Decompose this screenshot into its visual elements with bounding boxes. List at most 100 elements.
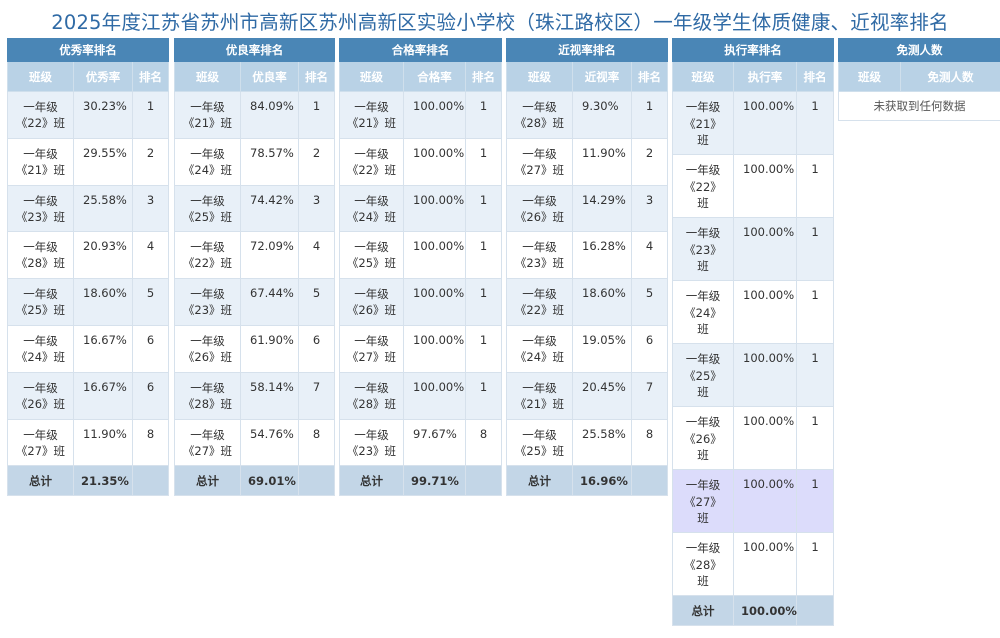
table-row: 一年级 《23》班 16.28% 4: [506, 231, 668, 280]
table-row: 一年级 《22》班 100.00% 1: [339, 137, 502, 186]
rate-cell: 100.00%: [403, 371, 466, 420]
class-cell: 一年级 《21》班: [672, 91, 734, 155]
total-label: 总计: [339, 465, 404, 497]
rank-cell: 8: [465, 418, 502, 467]
column-header-rate: 优秀率: [73, 61, 133, 92]
rank-cell: 1: [796, 532, 834, 596]
rate-cell: 100.00%: [733, 217, 797, 281]
rank-cell: 1: [465, 278, 502, 326]
class-cell: 一年级 《23》班: [174, 278, 241, 326]
table-row: 一年级 《21》班 100.00% 1: [672, 91, 834, 155]
excellent-rate-table: 优秀率排名 班级 优秀率 排名 一年级 《22》班 30.23% 1 一年级 《21…: [7, 38, 169, 497]
class-cell: 一年级 《25》班: [506, 418, 573, 467]
table-row: 一年级 《22》班 18.60% 5: [506, 278, 668, 326]
rank-cell: 6: [132, 324, 169, 373]
table-row: 一年级 《24》班 100.00% 1: [339, 184, 502, 233]
page-title: 2025年度江苏省苏州市高新区苏州高新区实验小学校（珠江路校区）一年级学生体质健…: [51, 11, 949, 34]
rate-cell: 61.90%: [240, 324, 299, 373]
rank-cell: 6: [132, 371, 169, 420]
rank-cell: 8: [132, 418, 169, 467]
column-header-rank: 排名: [796, 61, 834, 92]
table-title: 优良率排名: [174, 38, 335, 62]
table-row: 一年级 《28》班 9.30% 1: [506, 91, 668, 139]
myopia-rate-table: 近视率排名 班级 近视率 排名 一年级 《28》班 9.30% 1 一年级 《27》…: [506, 38, 668, 497]
class-cell: 一年级 《23》班: [672, 217, 734, 281]
total-label: 总计: [174, 465, 241, 497]
class-cell: 一年级 《24》班: [506, 324, 573, 373]
column-header-rank: 排名: [631, 61, 668, 92]
rank-cell: 6: [631, 324, 668, 373]
class-cell: 一年级 《22》班: [339, 137, 404, 186]
rank-cell: 8: [298, 418, 335, 467]
class-cell: 一年级 《28》班: [174, 371, 241, 420]
total-value: 21.35%: [73, 465, 133, 497]
table-row: 一年级 《25》班 74.42% 3: [174, 184, 335, 233]
class-cell: 一年级 《22》班: [7, 91, 74, 139]
rate-cell: 11.90%: [73, 418, 133, 467]
table-row: 一年级 《28》班 100.00% 1: [672, 532, 834, 596]
class-cell: 一年级 《23》班: [7, 184, 74, 233]
rank-cell: 2: [631, 137, 668, 186]
total-label: 总计: [506, 465, 573, 497]
rank-cell: 5: [298, 278, 335, 326]
rate-cell: 25.58%: [572, 418, 632, 467]
table-title: 执行率排名: [672, 38, 834, 62]
rate-cell: 16.67%: [73, 371, 133, 420]
class-cell: 一年级 《24》班: [7, 324, 74, 373]
rank-cell: 4: [132, 231, 169, 280]
table-row: 一年级 《24》班 19.05% 6: [506, 324, 668, 373]
rate-cell: 100.00%: [403, 137, 466, 186]
table-row: 一年级 《21》班 29.55% 2: [7, 137, 169, 186]
rank-cell: 5: [631, 278, 668, 326]
column-header-class: 班级: [7, 61, 74, 92]
rate-cell: 25.58%: [73, 184, 133, 233]
rank-cell: 1: [465, 91, 502, 139]
rate-cell: 67.44%: [240, 278, 299, 326]
rank-cell: 7: [298, 371, 335, 420]
class-cell: 一年级 《27》班: [672, 469, 734, 533]
rate-cell: 100.00%: [733, 154, 797, 218]
rate-cell: 100.00%: [403, 91, 466, 139]
class-cell: 一年级 《25》班: [174, 184, 241, 233]
class-cell: 一年级 《25》班: [339, 231, 404, 280]
total-value: 99.71%: [403, 465, 466, 497]
class-cell: 一年级 《22》班: [506, 278, 573, 326]
rate-cell: 84.09%: [240, 91, 299, 139]
rank-cell: 4: [631, 231, 668, 280]
rate-cell: 100.00%: [733, 280, 797, 344]
column-header-rate: 合格率: [403, 61, 466, 92]
table-row: 一年级 《23》班 97.67% 8: [339, 418, 502, 467]
class-cell: 一年级 《21》班: [174, 91, 241, 139]
class-cell: 一年级 《24》班: [672, 280, 734, 344]
column-header-rate: 优良率: [240, 61, 299, 92]
table-row: 一年级 《24》班 16.67% 6: [7, 324, 169, 373]
table-row: 一年级 《27》班 100.00% 1: [672, 469, 834, 533]
rank-cell: 2: [132, 137, 169, 186]
rank-cell: 1: [796, 406, 834, 470]
rate-cell: 74.42%: [240, 184, 299, 233]
rank-cell: 7: [631, 371, 668, 420]
table-row: 一年级 《23》班 100.00% 1: [672, 217, 834, 281]
rate-cell: 97.67%: [403, 418, 466, 467]
table-row: 一年级 《21》班 84.09% 1: [174, 91, 335, 139]
total-value: 100.00%: [733, 595, 797, 626]
table-row: 一年级 《26》班 61.90% 6: [174, 324, 335, 373]
table-row: 一年级 《25》班 25.58% 8: [506, 418, 668, 467]
total-row: 总计 99.71%: [339, 465, 502, 497]
rate-cell: 100.00%: [403, 184, 466, 233]
class-cell: 一年级 《25》班: [672, 343, 734, 407]
rate-cell: 78.57%: [240, 137, 299, 186]
class-cell: 一年级 《23》班: [506, 231, 573, 280]
rate-cell: 9.30%: [572, 91, 632, 139]
column-header-class: 班级: [174, 61, 241, 92]
column-header-rank: 排名: [132, 61, 169, 92]
rank-cell: 3: [631, 184, 668, 233]
rate-cell: 16.28%: [572, 231, 632, 280]
class-cell: 一年级 《21》班: [339, 91, 404, 139]
rate-cell: 58.14%: [240, 371, 299, 420]
column-header-rate: 执行率: [733, 61, 797, 92]
table-title: 免测人数: [838, 38, 1000, 62]
class-cell: 一年级 《21》班: [7, 137, 74, 186]
total-row: 总计 16.96%: [506, 465, 668, 497]
table-row: 一年级 《26》班 100.00% 1: [339, 278, 502, 326]
